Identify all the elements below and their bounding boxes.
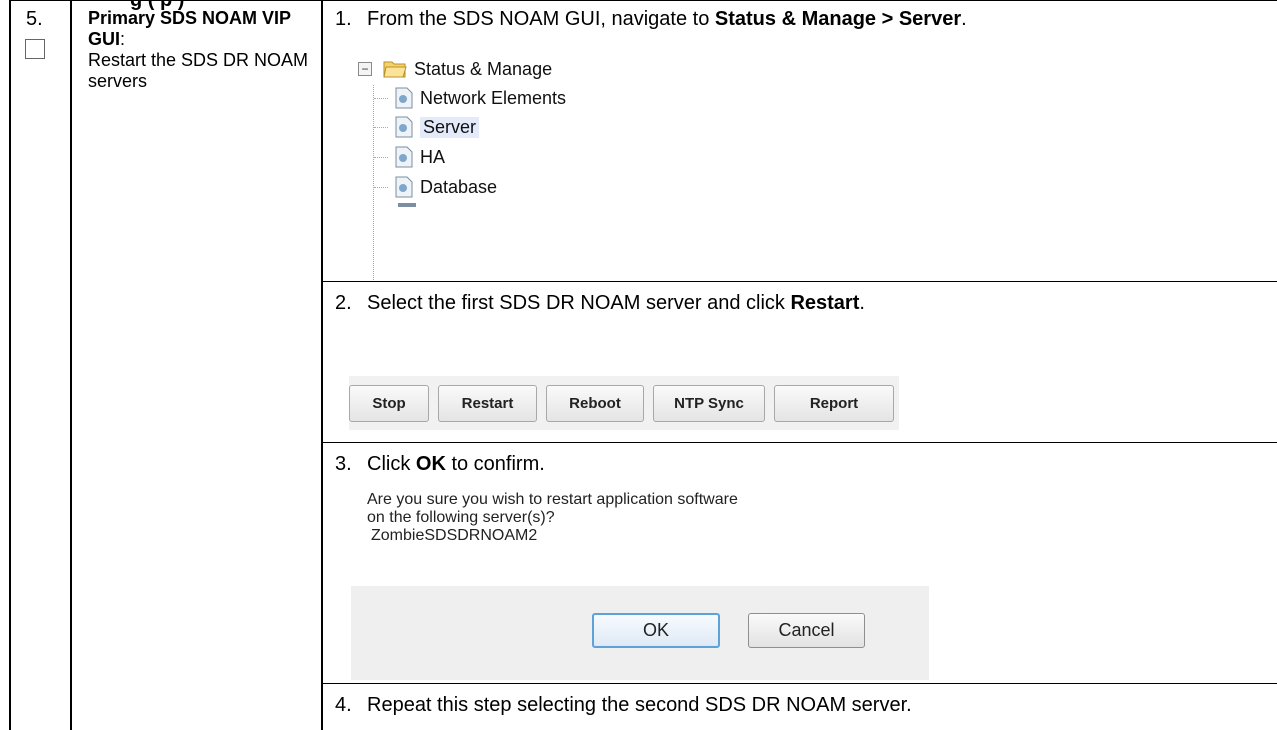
cancel-button[interactable]: Cancel [748, 613, 865, 648]
tree-item-ha[interactable]: HA [374, 143, 445, 171]
page-icon [395, 116, 413, 138]
table-border-col1 [70, 0, 72, 730]
table-border-col2 [321, 0, 323, 730]
separator-1 [321, 281, 1277, 282]
separator-2 [321, 442, 1277, 443]
tree-label-server: Server [420, 116, 480, 138]
substep-3-bold: OK [415, 453, 446, 475]
substep-4: 4. Repeat this step selecting the second … [335, 694, 912, 717]
step-title-colon: : [120, 29, 126, 49]
confirm-server-name: ZombieSDSDRNOAM2 [371, 527, 538, 544]
step-description: Primary SDS NOAM VIP GUI: Restart the SD… [88, 8, 323, 92]
substep-1: 1. From the SDS NOAM GUI, navigate to Sta… [335, 8, 967, 31]
substep-3-number: 3. [335, 453, 352, 475]
server-action-toolbar: Stop Restart Reboot NTP Sync Report [349, 376, 899, 430]
restart-button[interactable]: Restart [438, 385, 537, 422]
tree-label-ha: HA [420, 146, 446, 167]
next-tree-item-cut-icon [398, 203, 416, 207]
page-icon [395, 87, 413, 109]
substep-2-text: Select the first SDS DR NOAM server and … [367, 292, 791, 314]
tree-label-network-elements: Network Elements [420, 87, 567, 108]
substep-3-post: to confirm. [445, 453, 545, 475]
table-top-border [9, 0, 1277, 1]
page-icon [395, 146, 413, 168]
collapse-icon[interactable]: − [358, 62, 372, 76]
table-border-left [9, 0, 11, 730]
tree-connector [374, 156, 388, 158]
confirm-line-2: on the following server(s)? [367, 509, 555, 526]
step-title: Primary SDS NOAM VIP GUI [88, 8, 291, 49]
confirm-line-1: Are you sure you wish to restart applica… [367, 491, 738, 508]
substep-2-bold: Restart [790, 292, 860, 314]
tree-label-root: Status & Manage [414, 58, 553, 79]
substep-1-bold: Status & Manage > Server [714, 8, 962, 30]
folder-icon [383, 61, 407, 78]
confirm-dialog-buttons: OK Cancel [351, 586, 929, 680]
substep-1-number: 1. [335, 8, 352, 30]
page-icon [395, 176, 413, 198]
report-button[interactable]: Report [774, 385, 894, 422]
substep-2: 2. Select the first SDS DR NOAM server an… [335, 292, 865, 315]
reboot-button[interactable]: Reboot [546, 385, 644, 422]
step-number: 5. [26, 8, 43, 30]
substep-3-text: Click [367, 453, 416, 475]
substep-1-text: From the SDS NOAM GUI, navigate to [367, 8, 715, 30]
stop-button[interactable]: Stop [349, 385, 429, 422]
tree-item-status-manage[interactable]: − Status & Manage [358, 55, 552, 83]
step-instruction: Restart the SDS DR NOAM servers [88, 50, 309, 91]
substep-2-post: . [859, 292, 865, 314]
ntp-sync-button[interactable]: NTP Sync [653, 385, 765, 422]
tree-item-server[interactable]: Server [374, 113, 480, 141]
confirm-dialog-message: Are you sure you wish to restart applica… [367, 491, 738, 545]
substep-3: 3. Click OK to confirm. [335, 453, 545, 476]
separator-3 [321, 683, 1277, 684]
tree-item-database[interactable]: Database [374, 173, 497, 201]
tree-label-database: Database [420, 176, 498, 197]
substep-2-number: 2. [335, 292, 352, 314]
substep-1-post: . [961, 8, 967, 30]
tree-connector [374, 126, 388, 128]
tree-item-network-elements[interactable]: Network Elements [374, 84, 566, 112]
navigation-tree: − Status & Manage Network Elements Serve… [358, 55, 718, 280]
step-checkbox[interactable] [25, 39, 45, 59]
substep-4-number: 4. [335, 694, 352, 716]
tree-connector [374, 97, 388, 99]
tree-connector [374, 186, 388, 188]
ok-button[interactable]: OK [592, 613, 720, 648]
substep-4-text: Repeat this step selecting the second SD… [367, 694, 912, 716]
